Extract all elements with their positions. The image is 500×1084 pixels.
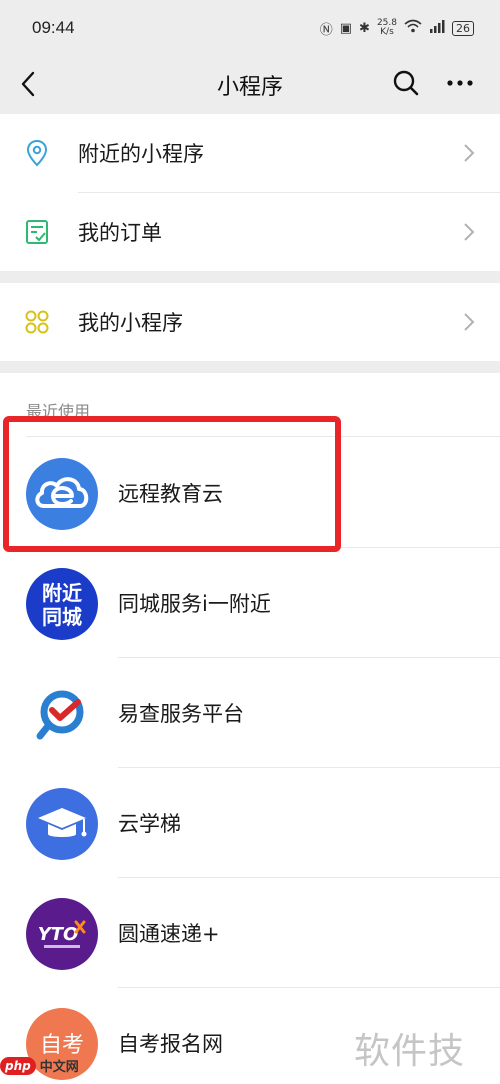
caption-watermark: 软件技巧 — [354, 1031, 466, 1084]
more-options-icon[interactable] — [444, 67, 476, 99]
location-pin-icon — [26, 139, 48, 167]
order-list-icon — [26, 220, 48, 244]
menu-item-label: 我的小程序 — [78, 311, 183, 335]
app-name: 云学梯 — [118, 812, 181, 836]
menu-item-label: 我的订单 — [78, 221, 162, 245]
wifi-icon — [404, 19, 422, 37]
site-logo: php — [0, 1056, 36, 1075]
chevron-right-icon — [464, 223, 475, 241]
page-title: 小程序 — [216, 75, 283, 100]
cloud-e-icon — [26, 458, 98, 530]
menu-item-orders[interactable]: 我的订单 — [0, 193, 500, 271]
vibrate-icon: ▣ — [339, 20, 353, 36]
status-bar: 09:44 Ⓝ ▣ ✱ 25.8 K/s 26 — [0, 0, 500, 56]
site-name: 中文网 — [39, 1060, 79, 1075]
status-icons: Ⓝ ▣ ✱ 25.8 K/s 26 — [320, 19, 474, 38]
recent-section-header: 最近使用 — [26, 402, 91, 421]
search-icon[interactable] — [390, 67, 422, 99]
menu-item-label: 附近的小程序 — [78, 142, 204, 166]
battery-indicator: 26 — [452, 20, 474, 36]
app-name: 自考报名网 — [118, 1032, 223, 1056]
menu-item-nearby[interactable]: 附近的小程序 — [0, 114, 500, 192]
divider — [26, 436, 500, 437]
section-gap — [0, 271, 500, 283]
nav-bar: 小程序 — [0, 56, 500, 114]
recent-app-item[interactable]: 易查服务平台 — [0, 658, 500, 768]
site-watermark: php 中文网 — [0, 1056, 79, 1075]
nearby-bottom-text: 同城 — [42, 605, 82, 629]
miniprogram-grid-icon — [25, 310, 49, 334]
app-name: 远程教育云 — [118, 482, 223, 506]
chevron-right-icon — [464, 313, 475, 331]
bluetooth-icon: ✱ — [359, 20, 370, 36]
recent-app-item[interactable]: 附近 同城 同城服务i一附近 — [0, 548, 500, 658]
recent-app-item[interactable]: 远程教育云 — [0, 438, 500, 548]
app-name: 易查服务平台 — [118, 702, 244, 726]
recent-app-item[interactable]: 云学梯 — [0, 768, 500, 878]
menu-item-my-miniprograms[interactable]: 我的小程序 — [0, 283, 500, 361]
nearby-top-text: 附近 — [42, 581, 82, 605]
signal-icon — [429, 19, 445, 37]
section-gap — [0, 361, 500, 373]
app-name: 圆通速递+ — [118, 922, 220, 946]
status-time: 09:44 — [32, 18, 75, 37]
nfc-icon: Ⓝ — [319, 22, 333, 38]
yto-text: YTO — [38, 924, 79, 945]
self-exam-text: 自考 — [40, 1033, 84, 1058]
app-name: 同城服务i一附近 — [118, 592, 271, 616]
network-speed: 25.8 K/s — [376, 18, 397, 37]
chevron-right-icon — [464, 144, 475, 162]
yto-logo-icon: YTO — [26, 898, 98, 970]
recent-app-item[interactable]: YTO 圆通速递+ — [0, 878, 500, 988]
nearby-city-icon: 附近 同城 — [26, 568, 98, 640]
graduation-cap-icon — [26, 788, 98, 860]
check-search-icon — [26, 678, 98, 750]
